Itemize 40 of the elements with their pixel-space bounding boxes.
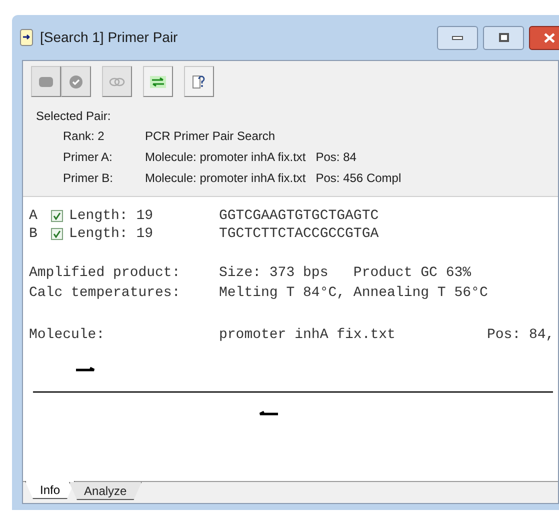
selected-pair-label: Selected Pair: <box>36 108 111 125</box>
primer-checkbox[interactable] <box>51 228 63 240</box>
help-icon <box>191 74 207 90</box>
close-button[interactable] <box>529 26 559 50</box>
maximize-icon <box>498 33 508 42</box>
field-value: Molecule: promoter inhA fix.txt Pos: 84 <box>145 149 356 166</box>
link-icon <box>109 76 125 86</box>
app-icon <box>20 29 33 46</box>
field-value: Molecule: promoter inhA fix.txt Pos: 456 Compl <box>145 170 402 187</box>
molecule-name: promoter inhA fix.txt <box>219 327 396 345</box>
minimize-icon <box>452 36 463 40</box>
primer-checkbox[interactable] <box>51 210 63 222</box>
maximize-button[interactable] <box>483 26 524 50</box>
minimize-button[interactable] <box>437 26 478 50</box>
primer-length: Length: 19 <box>69 208 154 224</box>
primer-sequence: TGCTCTTCTACCGCCGTGA <box>219 226 379 242</box>
tab[interactable]: Analyze <box>69 482 142 500</box>
toolbar-button[interactable] <box>184 66 214 97</box>
info-label: Amplified product: <box>29 265 182 283</box>
swap-arrows-icon <box>150 76 166 88</box>
toolbar-button[interactable] <box>143 66 173 97</box>
window-title: [Search 1] Primer Pair <box>40 28 178 47</box>
check-icon <box>53 212 61 220</box>
field-label: Rank: 2 <box>63 128 106 145</box>
field-value: PCR Primer Pair Search <box>145 128 276 145</box>
field-label: Primer A: <box>63 149 114 166</box>
molecule-label: Molecule: <box>29 327 106 345</box>
info-value: Size: 373 bps Product GC 63% <box>219 265 472 283</box>
check-icon <box>69 74 83 88</box>
primer-label: B <box>29 226 38 242</box>
primer-sequence: GGTCGAAGTGTGCTGAGTC <box>219 208 379 224</box>
info-value: Melting T 84°C, Annealing T 56°C <box>219 285 488 303</box>
tab[interactable]: Info <box>25 481 76 499</box>
field-label: Primer B: <box>63 170 114 187</box>
close-icon <box>544 32 554 42</box>
info-label: Calc temperatures: <box>29 285 182 303</box>
molecule-position: Pos: 84, <box>487 327 554 345</box>
primer-length: Length: 19 <box>69 226 154 242</box>
primer-label: A <box>29 208 38 224</box>
check-icon <box>53 230 61 238</box>
